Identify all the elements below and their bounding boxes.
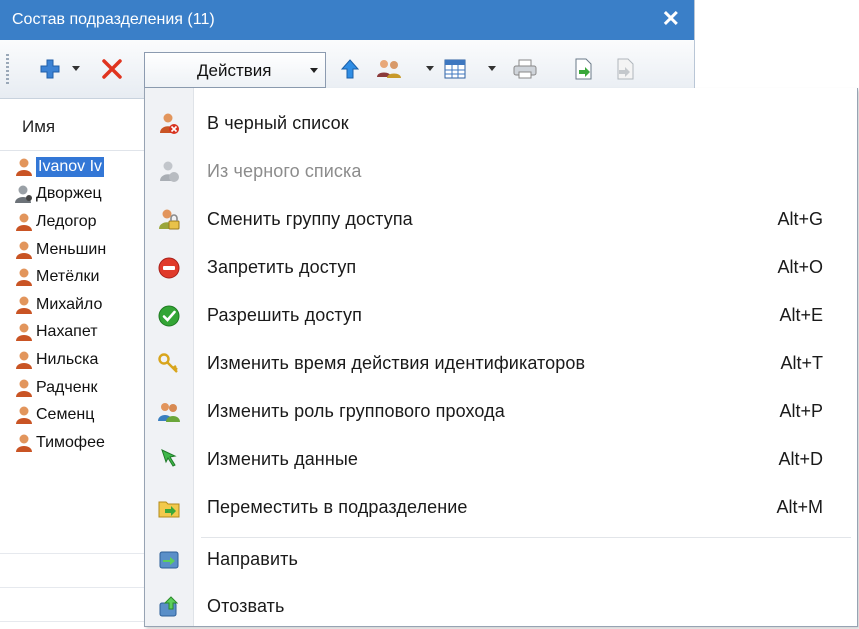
- members-list: Ivanov Iv Дворжец Ледогор Меньшин Метёлк…: [14, 153, 146, 457]
- user-icon: [16, 434, 32, 452]
- menu-item-deny-access[interactable]: Запретить доступ Alt+O: [145, 246, 857, 290]
- list-item-label: Меньшин: [36, 240, 107, 258]
- menu-item-label: Отозвать: [207, 596, 285, 616]
- user-blacklisted-icon: [15, 185, 32, 204]
- list-item[interactable]: Дворжец: [14, 181, 146, 209]
- group-role-icon: [158, 403, 180, 422]
- menu-item-edit-data[interactable]: Изменить данные Alt+D: [145, 438, 857, 482]
- move-folder-icon: [158, 501, 180, 518]
- add-user-icon[interactable]: [38, 54, 62, 84]
- list-item-label: Семенц: [36, 406, 95, 424]
- list-item[interactable]: Михайло: [14, 291, 146, 319]
- list-item[interactable]: Меньшин: [14, 236, 146, 264]
- group-users-dropdown-icon[interactable]: [426, 66, 434, 71]
- list-item[interactable]: Семенц: [14, 401, 146, 429]
- edit-data-icon: [161, 449, 177, 467]
- recall-icon: [159, 596, 179, 617]
- group-users-icon[interactable]: [374, 54, 404, 84]
- deny-access-icon: [158, 257, 180, 279]
- menu-item-shortcut: Alt+P: [779, 401, 823, 421]
- menu-item-send[interactable]: Направить: [145, 538, 857, 582]
- user-icon: [16, 268, 32, 287]
- list-item-label: Тимофее: [36, 433, 105, 451]
- arrow-up-icon[interactable]: [338, 54, 362, 84]
- toolbar-grip[interactable]: [6, 54, 9, 86]
- list-item-label: Радченк: [36, 378, 98, 396]
- allow-access-icon: [158, 305, 180, 327]
- list-item[interactable]: Ivanov Iv: [14, 153, 146, 181]
- list-item[interactable]: Тимофее: [14, 429, 146, 457]
- import-icon[interactable]: [612, 54, 638, 84]
- list-item-label: Ivanov Iv: [36, 156, 105, 177]
- keys-icon: [158, 353, 178, 373]
- column-header-name[interactable]: Имя: [0, 100, 144, 151]
- menu-item-label: Разрешить доступ: [207, 305, 362, 325]
- menu-item-shortcut: Alt+D: [778, 449, 823, 469]
- add-user-dropdown-icon[interactable]: [72, 66, 80, 71]
- menu-item-label: Изменить роль группового прохода: [207, 401, 505, 421]
- user-icon: [16, 351, 32, 369]
- menu-item-shortcut: Alt+O: [777, 257, 823, 277]
- menu-item-change-id-validity[interactable]: Изменить время действия идентификаторов …: [145, 342, 857, 386]
- actions-menu: В черный список Из черного списка Сменит…: [144, 88, 858, 627]
- menu-item-shortcut: Alt+E: [779, 305, 823, 325]
- list-item-label: Нильска: [36, 350, 99, 368]
- menu-item-blacklist-remove[interactable]: Из черного списка: [145, 150, 857, 194]
- list-empty-area: [0, 520, 144, 622]
- menu-item-label: Запретить доступ: [207, 257, 357, 277]
- list-item[interactable]: Нахапет: [14, 319, 146, 347]
- blacklist-remove-icon: [160, 161, 179, 182]
- menu-item-change-group-pass-role[interactable]: Изменить роль группового прохода Alt+P: [145, 390, 857, 434]
- user-icon: [16, 379, 32, 397]
- chevron-down-icon: [310, 68, 318, 73]
- window-title: Состав подразделения (11): [12, 11, 215, 28]
- list-item[interactable]: Ледогор: [14, 208, 146, 236]
- user-icon: [16, 406, 32, 425]
- menu-item-shortcut: Alt+G: [777, 209, 823, 229]
- menu-item-blacklist-add[interactable]: В черный список: [145, 102, 857, 146]
- list-item-label: Метёлки: [36, 268, 100, 286]
- menu-item-move-to-unit[interactable]: Переместить в подразделение Alt+M: [145, 486, 857, 530]
- list-item-label: Дворжец: [36, 185, 102, 203]
- export-icon[interactable]: [570, 54, 596, 84]
- list-item[interactable]: Нильска: [14, 346, 146, 374]
- menu-item-label: Изменить время действия идентификаторов: [207, 353, 586, 373]
- delete-icon[interactable]: [98, 54, 126, 84]
- user-icon: [16, 213, 32, 231]
- list-item-label: Нахапет: [36, 323, 98, 341]
- menu-item-shortcut: Alt+T: [780, 353, 823, 373]
- user-icon: [16, 296, 32, 314]
- blacklist-add-icon: [160, 113, 179, 134]
- actions-button[interactable]: Действия: [144, 52, 326, 88]
- access-group-icon: [159, 209, 180, 230]
- printer-icon[interactable]: [510, 54, 540, 84]
- menu-item-allow-access[interactable]: Разрешить доступ Alt+E: [145, 294, 857, 338]
- menu-item-label: Из черного списка: [207, 161, 362, 181]
- menu-item-label: Изменить данные: [207, 449, 359, 469]
- menu-item-change-access-group[interactable]: Сменить группу доступа Alt+G: [145, 198, 857, 242]
- menu-item-shortcut: Alt+M: [776, 497, 823, 517]
- list-item[interactable]: Радченк: [14, 374, 146, 402]
- user-icon: [16, 241, 32, 259]
- menu-item-label: Направить: [207, 549, 298, 569]
- menu-item-label: Переместить в подразделение: [207, 497, 468, 517]
- menu-item-label: В черный список: [207, 113, 349, 133]
- grid-dropdown-icon[interactable]: [488, 66, 496, 71]
- grid-icon[interactable]: [442, 54, 468, 84]
- list-item[interactable]: Метёлки: [14, 263, 146, 291]
- column-header-label: Имя: [22, 117, 56, 136]
- close-icon[interactable]: ✕: [662, 7, 680, 31]
- window-titlebar: Состав подразделения (11) ✕: [0, 0, 694, 40]
- user-icon: [16, 158, 32, 176]
- list-item-label: Михайло: [36, 295, 103, 313]
- list-item-label: Ледогор: [36, 212, 97, 230]
- send-icon: [159, 551, 179, 569]
- actions-button-label: Действия: [197, 61, 272, 80]
- user-icon: [16, 323, 32, 342]
- menu-item-recall[interactable]: Отозвать: [145, 585, 857, 629]
- menu-item-label: Сменить группу доступа: [207, 209, 413, 229]
